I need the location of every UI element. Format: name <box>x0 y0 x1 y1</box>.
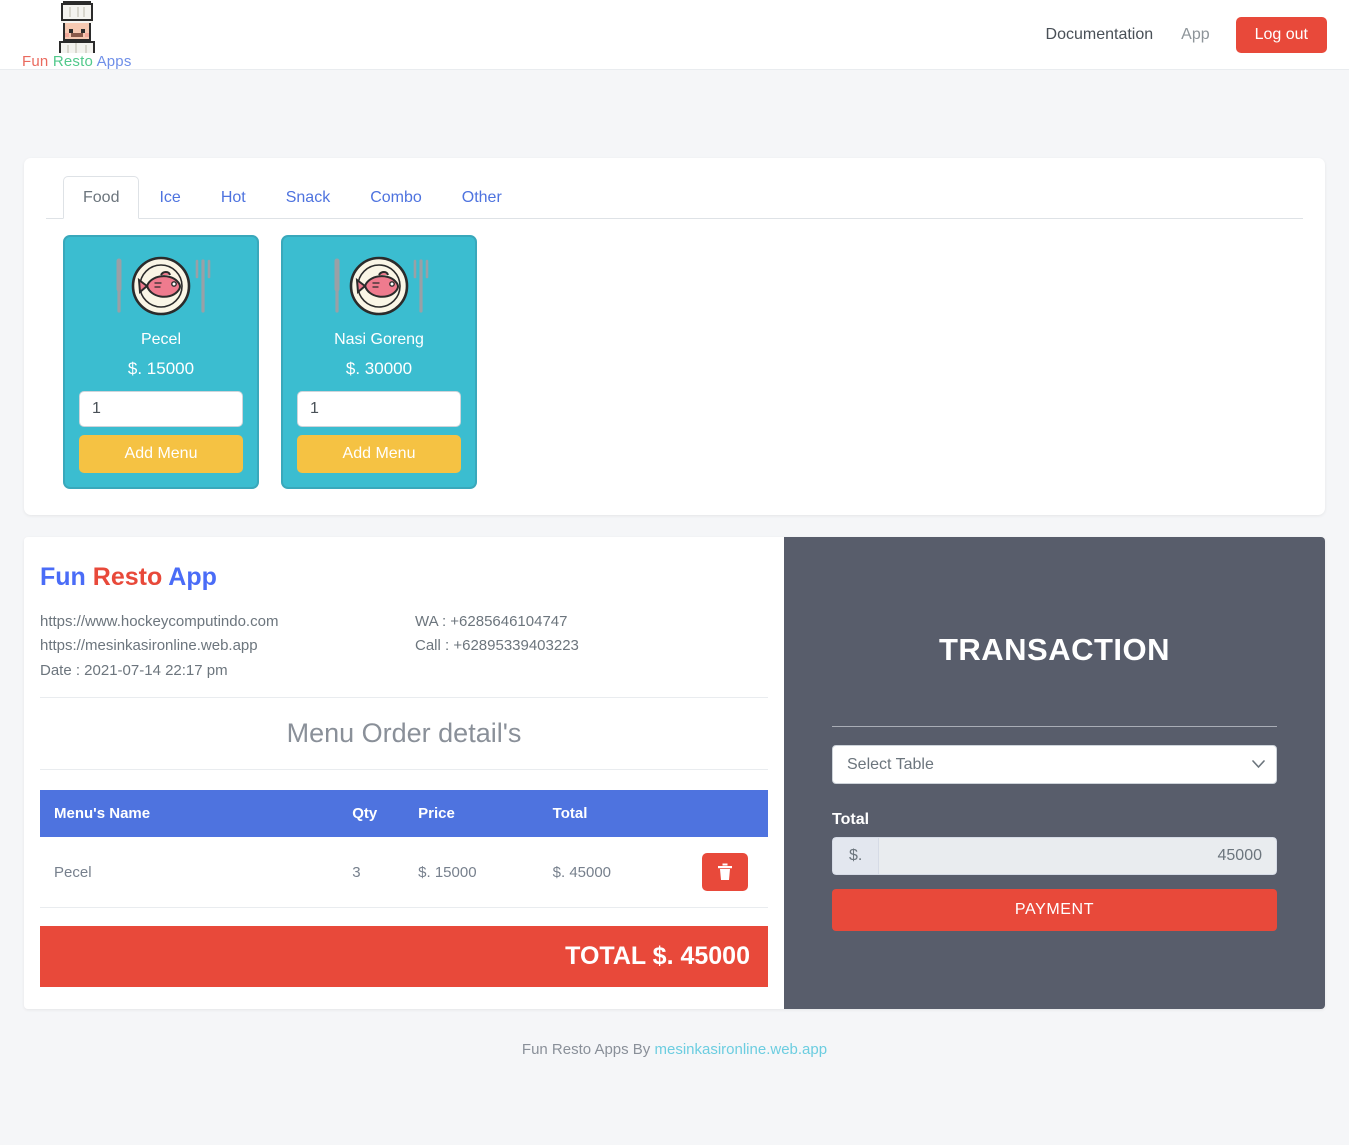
column-header-name: Menu's Name <box>40 790 339 838</box>
cell-total: $. 45000 <box>538 837 689 909</box>
cell-qty: 3 <box>338 837 405 909</box>
currency-prefix: $. <box>832 837 879 876</box>
column-header-actions <box>688 790 768 838</box>
menu-panel: Food Ice Hot Snack Combo Other Pecel $. … <box>24 158 1325 516</box>
menu-items-grid: Pecel $. 15000 Add Menu <box>46 235 1303 490</box>
category-tabs: Food Ice Hot Snack Combo Other <box>46 176 1303 220</box>
column-header-total: Total <box>538 790 689 838</box>
total-label: Total <box>832 811 870 829</box>
cell-actions <box>688 837 768 909</box>
receipt-brand-word-2: Resto <box>92 563 163 592</box>
tab-other[interactable]: Other <box>442 176 522 219</box>
quantity-input[interactable] <box>297 391 461 428</box>
top-navbar: Fun Resto Apps Documentation App Log out <box>0 0 1349 70</box>
nav-link-app[interactable]: App <box>1167 18 1223 52</box>
column-header-price: Price <box>404 790 539 838</box>
receipt-contact-info: https://www.hockeycomputindo.com https:/… <box>40 610 768 699</box>
add-menu-button[interactable]: Add Menu <box>79 435 243 474</box>
cell-price: $. 15000 <box>404 837 539 909</box>
total-input-group: $. <box>832 837 1277 876</box>
receipt-date: Date : 2021-07-14 22:17 pm <box>40 661 228 679</box>
receipt-phone: Call : +62895339403223 <box>415 637 579 655</box>
fish-plate-icon <box>334 256 429 316</box>
total-amount-input[interactable] <box>878 837 1277 876</box>
chef-avatar-icon <box>58 0 95 53</box>
menu-item-card[interactable]: Nasi Goreng $. 30000 Add Menu <box>281 235 477 490</box>
menu-item-price: $. 15000 <box>127 359 195 379</box>
receipt-brand-title: Fun Resto App <box>40 563 768 592</box>
quantity-input[interactable] <box>79 391 243 428</box>
receipt-whatsapp: WA : +6285646104747 <box>415 613 568 631</box>
menu-item-price: $. 30000 <box>345 359 413 379</box>
footer-link[interactable]: mesinkasironline.web.app <box>654 1041 827 1058</box>
order-table: Menu's Name Qty Price Total Pecel 3 $. 1… <box>40 790 768 909</box>
brand-logo-block[interactable]: Fun Resto Apps <box>22 0 132 69</box>
order-table-body: Pecel 3 $. 15000 $. 45000 <box>40 837 768 909</box>
payment-button[interactable]: PAYMENT <box>832 889 1277 932</box>
tab-ice[interactable]: Ice <box>139 176 200 219</box>
nav-link-documentation[interactable]: Documentation <box>1032 18 1168 52</box>
order-and-transaction-row: Fun Resto App https://www.hockeycomputin… <box>24 537 1325 1010</box>
brand-title: Fun Resto Apps <box>22 54 132 69</box>
receipt-info-right: WA : +6285646104747 Call : +628953394032… <box>415 610 768 683</box>
footer-text: Fun Resto Apps By <box>521 1041 655 1059</box>
receipt-brand-word-3: App <box>168 563 217 592</box>
table-select-wrapper: Select Table <box>832 745 1277 785</box>
receipt-brand-word-1: Fun <box>40 563 86 592</box>
transaction-panel: TRANSACTION Select Table Total $. PAYMEN… <box>784 537 1325 1010</box>
logout-button[interactable]: Log out <box>1235 16 1327 53</box>
select-table-dropdown[interactable]: Select Table <box>832 745 1277 785</box>
transaction-divider <box>832 726 1277 728</box>
column-header-qty: Qty <box>338 790 405 838</box>
grand-total-bar: TOTAL $. 45000 <box>40 926 768 988</box>
tab-combo[interactable]: Combo <box>350 176 442 219</box>
tab-snack[interactable]: Snack <box>266 176 350 219</box>
add-menu-button[interactable]: Add Menu <box>297 435 461 474</box>
table-header-row: Menu's Name Qty Price Total <box>40 790 768 838</box>
menu-item-name: Pecel <box>140 331 182 349</box>
brand-word-1: Fun <box>22 52 49 70</box>
receipt-website-1: https://www.hockeycomputindo.com <box>40 613 279 631</box>
receipt-info-left: https://www.hockeycomputindo.com https:/… <box>40 610 415 683</box>
menu-item-name: Nasi Goreng <box>334 331 424 349</box>
tab-food[interactable]: Food <box>63 176 140 220</box>
brand-word-2: Resto <box>52 52 94 70</box>
navbar-links: Documentation App Log out <box>1032 16 1327 53</box>
brand-word-3: Apps <box>96 52 132 70</box>
page-footer: Fun Resto Apps By mesinkasironline.web.a… <box>24 1009 1325 1058</box>
trash-icon <box>718 863 733 881</box>
cell-menu-name: Pecel <box>40 837 339 909</box>
fish-plate-icon <box>116 256 211 316</box>
transaction-title: TRANSACTION <box>938 632 1171 668</box>
menu-item-card[interactable]: Pecel $. 15000 Add Menu <box>63 235 259 490</box>
order-details-title: Menu Order detail's <box>40 718 768 771</box>
delete-row-button[interactable] <box>702 853 749 892</box>
tab-hot[interactable]: Hot <box>201 176 266 219</box>
receipt-website-2: https://mesinkasironline.web.app <box>40 637 258 655</box>
receipt-panel: Fun Resto App https://www.hockeycomputin… <box>24 537 784 1010</box>
table-row: Pecel 3 $. 15000 $. 45000 <box>40 837 768 909</box>
order-table-head: Menu's Name Qty Price Total <box>40 790 768 838</box>
